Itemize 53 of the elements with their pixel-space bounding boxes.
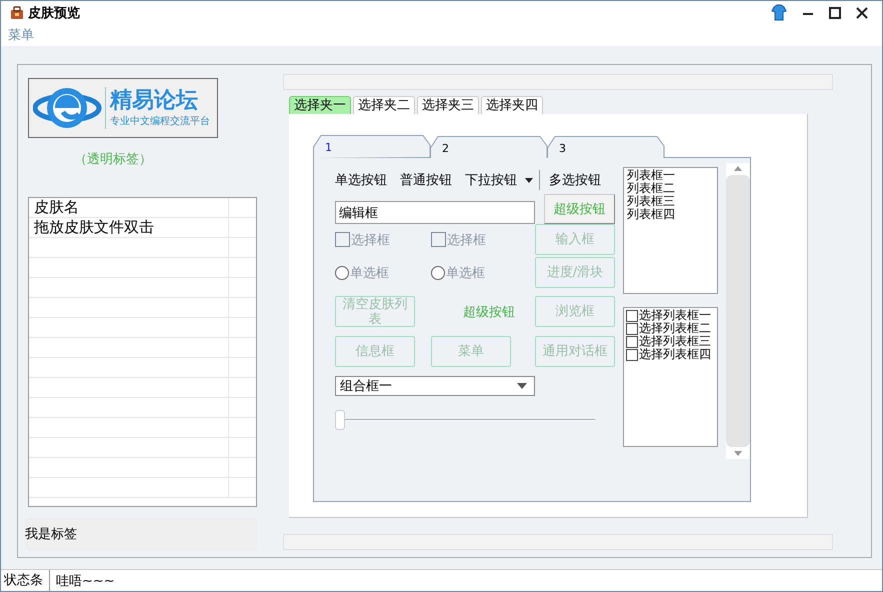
checkbox[interactable] bbox=[626, 348, 638, 360]
checkbox[interactable] bbox=[626, 322, 638, 334]
checkbox[interactable] bbox=[431, 232, 446, 247]
slider-thumb[interactable] bbox=[335, 410, 345, 430]
checkbox[interactable] bbox=[626, 336, 638, 348]
slider[interactable] bbox=[335, 410, 595, 430]
list-item[interactable]: 列表框一 bbox=[627, 169, 714, 182]
tab[interactable]: 选择夹一 bbox=[289, 96, 351, 114]
list-item[interactable]: 选择列表框三 bbox=[639, 335, 711, 348]
window-title: 皮肤预览 bbox=[28, 4, 80, 22]
menu-item[interactable]: 菜单 bbox=[8, 26, 34, 44]
tab[interactable]: 2 bbox=[430, 136, 547, 158]
checkbox[interactable] bbox=[626, 310, 638, 322]
checkbox-label: 选择框 bbox=[351, 232, 390, 248]
shirt-icon[interactable] bbox=[770, 4, 788, 21]
list-item[interactable]: 列表框二 bbox=[627, 182, 714, 195]
dropdown-button[interactable]: 下拉按钮 bbox=[465, 171, 533, 189]
column-header[interactable]: 皮肤名 bbox=[29, 198, 229, 217]
radio-button[interactable] bbox=[335, 266, 349, 280]
caret-icon bbox=[517, 383, 527, 389]
radio-label: 单选框 bbox=[350, 264, 389, 282]
logo-title: 精易论坛 bbox=[110, 87, 199, 115]
down-arrow-icon[interactable] bbox=[734, 451, 742, 456]
tab[interactable]: 选择夹三 bbox=[417, 96, 479, 114]
list-item[interactable]: 选择列表框一 bbox=[639, 309, 711, 322]
toolbar-button[interactable]: 普通按钮 bbox=[400, 171, 452, 189]
tab[interactable]: 1 bbox=[313, 135, 430, 158]
label-text: 我是标签 bbox=[25, 526, 77, 543]
radio-label: 单选框 bbox=[446, 264, 485, 282]
text-field[interactable]: 编辑框 bbox=[335, 201, 535, 224]
combo-box[interactable]: 组合框一 bbox=[335, 376, 535, 396]
maximize-icon[interactable] bbox=[828, 6, 842, 20]
status-text: 哇唔~~~ bbox=[55, 572, 116, 590]
list-item[interactable]: 选择列表框二 bbox=[639, 322, 711, 335]
list-item[interactable]: 列表框四 bbox=[627, 208, 714, 221]
tab[interactable]: 选择夹四 bbox=[481, 96, 543, 114]
checkbox-label: 选择框 bbox=[447, 232, 486, 248]
tab[interactable]: 选择夹二 bbox=[353, 96, 415, 114]
up-arrow-icon[interactable] bbox=[734, 166, 742, 171]
logo-subtitle: 专业中文编程交流平台 bbox=[110, 115, 210, 129]
tab[interactable]: 3 bbox=[547, 136, 664, 158]
status-text: 状态条 bbox=[1, 570, 50, 591]
toolbar-button[interactable]: 多选按钮 bbox=[549, 171, 601, 189]
bag-icon bbox=[10, 6, 24, 20]
list-item[interactable]: 列表框三 bbox=[627, 195, 714, 208]
checkbox[interactable] bbox=[335, 232, 350, 247]
toolbar-button[interactable]: 单选按钮 bbox=[335, 171, 387, 189]
caret-icon bbox=[525, 178, 533, 182]
radio-button[interactable] bbox=[431, 266, 445, 280]
transparent-label: （透明标签） bbox=[74, 151, 153, 166]
list-row[interactable]: 拖放皮肤文件双击 bbox=[29, 218, 229, 237]
close-icon[interactable] bbox=[855, 6, 869, 20]
list-item[interactable]: 选择列表框四 bbox=[639, 348, 711, 361]
